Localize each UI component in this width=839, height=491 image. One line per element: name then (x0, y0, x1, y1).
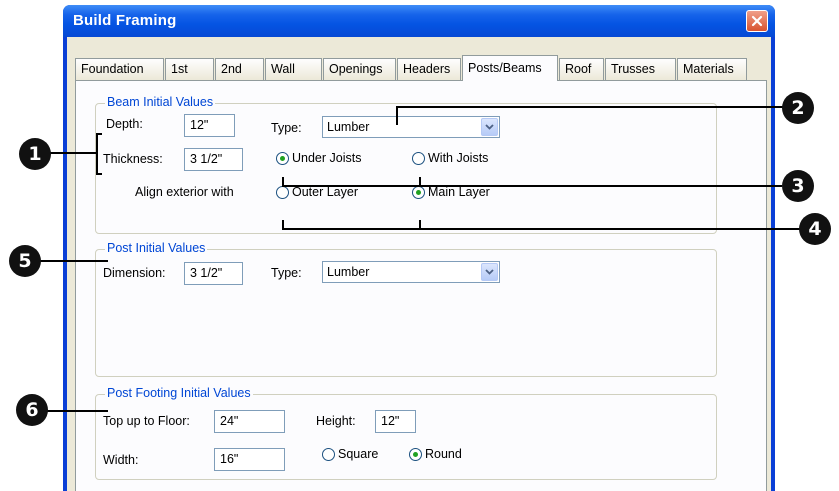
tab-headers[interactable]: Headers (397, 58, 461, 80)
callout-1-tick-bottom (96, 173, 102, 175)
dimension-field[interactable]: 3 1/2" (184, 262, 243, 285)
tab-foundation[interactable]: Foundation (75, 58, 164, 80)
thickness-field[interactable]: 3 1/2" (184, 148, 243, 171)
top-up-to-floor-field[interactable]: 24" (214, 410, 285, 433)
tab-posts-beams[interactable]: Posts/Beams (462, 55, 558, 81)
footing-group-label: Post Footing Initial Values (105, 386, 253, 400)
callout-5: 5 (9, 245, 41, 277)
post-type-label: Type: (271, 266, 302, 280)
beam-type-value: Lumber (327, 120, 370, 134)
square-radio[interactable]: Square (322, 446, 378, 462)
tab-2nd[interactable]: 2nd (215, 58, 264, 80)
align-exterior-label: Align exterior with (135, 185, 234, 199)
width-field[interactable]: 16" (214, 448, 285, 471)
callout-3-leader (282, 185, 782, 187)
top-up-to-floor-label: Top up to Floor: (103, 414, 190, 428)
chevron-down-icon[interactable] (481, 263, 498, 281)
tab-panel-posts-beams: Beam Initial Values Depth: 12" Thickness… (75, 80, 767, 491)
callout-1-bracket (96, 133, 98, 175)
callout-6-leader (40, 410, 108, 412)
radio-unselected-icon (276, 185, 289, 199)
callout-1-tick-top (96, 133, 102, 135)
callout-6: 6 (16, 394, 48, 426)
footing-group: Post Footing Initial Values (95, 386, 717, 480)
beam-type-select[interactable]: Lumber (322, 116, 500, 138)
callout-2: 2 (782, 92, 814, 124)
close-button[interactable] (746, 10, 768, 32)
height-label: Height: (316, 414, 356, 428)
round-radio[interactable]: Round (409, 446, 462, 462)
post-type-select[interactable]: Lumber (322, 261, 500, 283)
callout-3: 3 (782, 170, 814, 202)
callout-2-drop (396, 106, 398, 125)
depth-field[interactable]: 12" (184, 114, 235, 137)
callout-5-leader (36, 260, 108, 262)
width-label: Width: (103, 453, 139, 467)
post-type-value: Lumber (327, 265, 370, 279)
callout-1: 1 (19, 138, 51, 170)
depth-label: Depth: (106, 117, 143, 131)
radio-selected-icon (412, 185, 425, 199)
height-field[interactable]: 12" (375, 410, 416, 433)
tab-openings[interactable]: Openings (323, 58, 396, 80)
post-group-label: Post Initial Values (105, 241, 208, 255)
tab-materials[interactable]: Materials (677, 58, 747, 80)
under-joists-radio[interactable]: Under Joists (276, 150, 361, 166)
radio-selected-icon (409, 447, 422, 461)
chevron-down-icon[interactable] (481, 118, 498, 136)
radio-unselected-icon (412, 151, 425, 165)
tab-roof[interactable]: Roof (559, 58, 604, 80)
title-bar[interactable]: Build Framing (63, 5, 775, 37)
tab-1st[interactable]: 1st (165, 58, 214, 80)
tab-trusses[interactable]: Trusses (605, 58, 676, 80)
callout-2-leader (396, 106, 784, 108)
radio-unselected-icon (322, 447, 335, 461)
beam-group-label: Beam Initial Values (105, 95, 216, 109)
window-title: Build Framing (73, 12, 177, 29)
radio-selected-icon (276, 151, 289, 165)
dimension-label: Dimension: (103, 266, 166, 280)
callout-1-leader (48, 152, 97, 154)
with-joists-radio[interactable]: With Joists (412, 150, 488, 166)
tab-wall[interactable]: Wall (265, 58, 322, 80)
close-icon (751, 15, 763, 27)
callout-4: 4 (799, 213, 831, 245)
callout-4-leader (282, 228, 800, 230)
dialog-window: Build Framing Foundation 1st 2nd Wall Op… (63, 5, 775, 491)
beam-type-label: Type: (271, 121, 302, 135)
thickness-label: Thickness: (103, 152, 163, 166)
